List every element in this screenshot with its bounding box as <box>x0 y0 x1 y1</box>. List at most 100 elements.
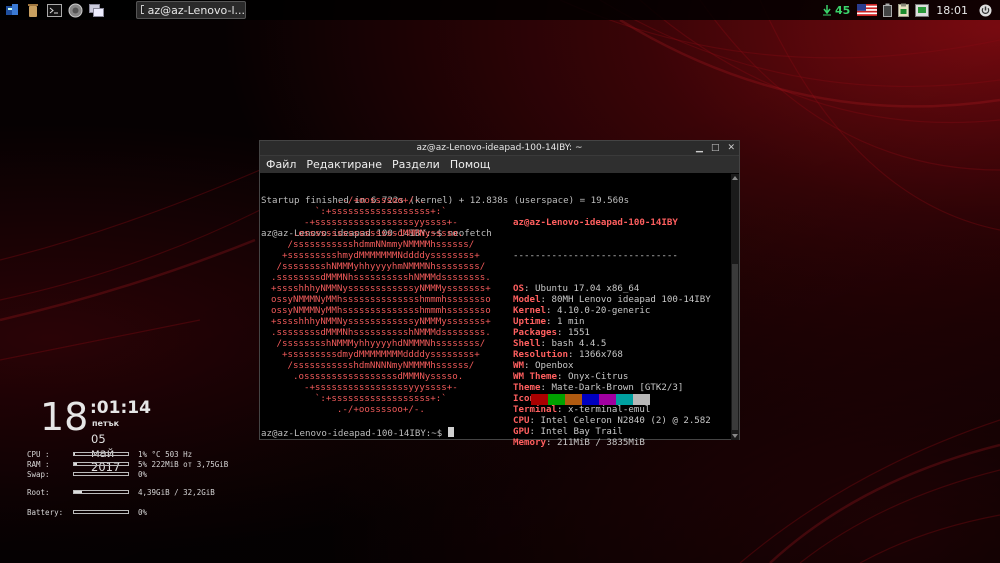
taskbar-window-title: az@az-Lenovo-l... <box>147 3 245 17</box>
terminal-title: az@az-Lenovo-ideapad-100-14IBY: ~ <box>416 143 583 153</box>
info-value: x-terminal-emul <box>567 405 651 415</box>
logo-line: /sssssssshNMMMyhhyyyyhdNMMMNhssssssss/ <box>260 339 486 349</box>
scrollbar-thumb[interactable] <box>732 264 738 430</box>
logo-line: +sssssssssdmydMMMMMMMMddddyssssssss+ <box>260 350 480 360</box>
logo-line: -+sssssssssssssssssyyyssss+- <box>260 383 458 393</box>
info-key: CPU <box>513 416 530 426</box>
color-swatch <box>616 394 633 405</box>
info-row: Terminal: x-terminal-emul <box>513 405 651 415</box>
close-icon[interactable]: ✕ <box>727 141 735 156</box>
info-value: 1 min <box>556 317 585 327</box>
system-info: az@az-Lenovo-ideapad-100-14IBY ---------… <box>513 196 728 471</box>
info-row: OS: Ubuntu 17.04 x86_64 <box>513 284 640 294</box>
info-row: Uptime: 1 min <box>513 317 585 327</box>
info-value: 1366x768 <box>578 350 623 360</box>
taskbar-window-button[interactable]: az@az-Lenovo-l... <box>136 1 246 19</box>
stat-value: 1% °C 503 Hz <box>138 450 193 459</box>
stat-label: RAM : <box>27 460 50 469</box>
conky-stat-row: Battery: 0% <box>27 508 267 518</box>
stat-bar <box>73 490 129 494</box>
logo-line: .ssssssssdMMMNhsssssssssshNMMMdssssssss. <box>260 328 491 338</box>
terminal-output[interactable]: Startup finished in 6.722s (kernel) + 12… <box>260 174 732 448</box>
terminal-icon[interactable] <box>45 2 63 18</box>
logo-line: ossyNMMMNyMMhsssssssssssssshmmmhssssssso <box>260 306 491 316</box>
info-row: Model: 80MH Lenovo ideapad 100-14IBY <box>513 295 711 305</box>
terminal-window[interactable]: az@az-Lenovo-ideapad-100-14IBY: ~ ▁ □ ✕ … <box>259 140 740 448</box>
web-browser-icon[interactable] <box>66 2 84 18</box>
menu-file[interactable]: Файл <box>266 158 296 171</box>
color-swatch <box>548 394 565 405</box>
minimize-icon[interactable]: ▁ <box>696 141 703 156</box>
info-row: GPU: Intel Bay Trail <box>513 427 623 437</box>
prompt-line[interactable]: az@az-Lenovo-ideapad-100-14IBY:~$ <box>261 427 454 439</box>
logo-line: .-/+oossssoo+/-. <box>260 405 425 415</box>
color-swatch <box>633 394 650 405</box>
conky-stat-row: RAM : 5% 222MiB от 3,75GiB <box>27 460 267 470</box>
download-icon[interactable] <box>822 4 832 16</box>
battery-icon[interactable] <box>883 3 893 17</box>
info-row: Shell: bash 4.4.5 <box>513 339 607 349</box>
logo-line: `:+ssssssssssssssssss+:` <box>260 207 447 217</box>
info-key: Kernel <box>513 306 546 316</box>
prompt: az@az-Lenovo-ideapad-100-14IBY:~$ <box>261 429 448 439</box>
info-value: Intel Celeron N2840 (2) @ 2.582 <box>540 416 711 426</box>
keyboard-layout-flag-icon[interactable] <box>857 4 878 16</box>
info-key: Model <box>513 295 541 305</box>
scroll-down-icon[interactable] <box>732 434 738 438</box>
clipboard-icon[interactable] <box>898 3 910 17</box>
info-key: Packages <box>513 328 557 338</box>
panel-clock[interactable]: 18:01 <box>936 4 968 17</box>
monitor-icon <box>141 4 144 14</box>
terminal-titlebar[interactable]: az@az-Lenovo-ideapad-100-14IBY: ~ ▁ □ ✕ <box>260 141 739 156</box>
logo-line: .ssssssssdMMMNhsssssssssshNMMMdssssssss. <box>260 273 491 283</box>
info-value: 211MiB / 3835MiB <box>556 438 645 448</box>
trash-icon[interactable] <box>24 2 42 18</box>
info-key: Memory <box>513 438 546 448</box>
ubuntu-ascii-logo: .-/+oossssoo+/-. `:+ssssssssssssssssss+:… <box>260 196 510 416</box>
logo-line: .osssssssssssssssssdMMMNysssso. <box>260 229 464 239</box>
conky-stat-row: Root: 4,39GiB / 32,2GiB <box>27 488 267 498</box>
color-swatch <box>565 394 582 405</box>
weekday: петък <box>92 419 120 428</box>
info-row: Resolution: 1366x768 <box>513 350 623 360</box>
logo-line: /ssssssssssshdmmNNmmyNMMMMhssssss/ <box>260 240 475 250</box>
info-key: Uptime <box>513 317 546 327</box>
stat-bar <box>73 452 129 456</box>
info-row: Kernel: 4.10.0-20-generic <box>513 306 651 316</box>
menu-help[interactable]: Помощ <box>450 158 490 171</box>
color-palette <box>531 394 650 405</box>
system-tray: 45 18:01 <box>819 0 1000 20</box>
info-value: 1551 <box>567 328 590 338</box>
network-icon[interactable] <box>915 3 930 17</box>
conky-stat-row: CPU : 1% °C 503 Hz <box>27 450 267 460</box>
maximize-icon[interactable]: □ <box>711 141 720 156</box>
stat-label: Battery: <box>27 508 64 517</box>
show-desktop-icon[interactable] <box>87 2 105 18</box>
menu-edit[interactable]: Редактиране <box>306 158 382 171</box>
stat-bar <box>73 510 129 514</box>
logo-line: `:+ssssssssssssssssss+:` <box>260 394 447 404</box>
info-key: WM Theme <box>513 372 557 382</box>
stat-value: 5% 222MiB от 3,75GiB <box>138 460 229 469</box>
logo-line: +ssssssssshmydMMMMMMMNddddyssssssss+ <box>260 251 480 261</box>
info-key: GPU <box>513 427 530 437</box>
power-icon[interactable] <box>979 4 992 17</box>
info-row: Packages: 1551 <box>513 328 590 338</box>
menu-tabs[interactable]: Раздели <box>392 158 440 171</box>
file-manager-icon[interactable] <box>3 2 21 18</box>
logo-line: -+ssssssssssssssssssyyssss+- <box>260 218 458 228</box>
color-swatch <box>582 394 599 405</box>
color-swatch <box>599 394 616 405</box>
terminal-scrollbar[interactable] <box>731 174 739 440</box>
info-value: Ubuntu 17.04 x86_64 <box>535 284 640 294</box>
stat-bar <box>73 472 129 476</box>
info-row: Theme: Mate-Dark-Brown [GTK2/3] <box>513 383 684 393</box>
clock-minutes-seconds: :01:14 <box>90 398 151 418</box>
info-value: Intel Bay Trail <box>540 427 623 437</box>
stat-label: Root: <box>27 488 50 497</box>
info-value: Openbox <box>535 361 574 371</box>
tray-counter[interactable]: 45 <box>835 4 850 17</box>
info-key: Shell <box>513 339 541 349</box>
info-key: WM <box>513 361 524 371</box>
scroll-up-icon[interactable] <box>732 176 738 180</box>
